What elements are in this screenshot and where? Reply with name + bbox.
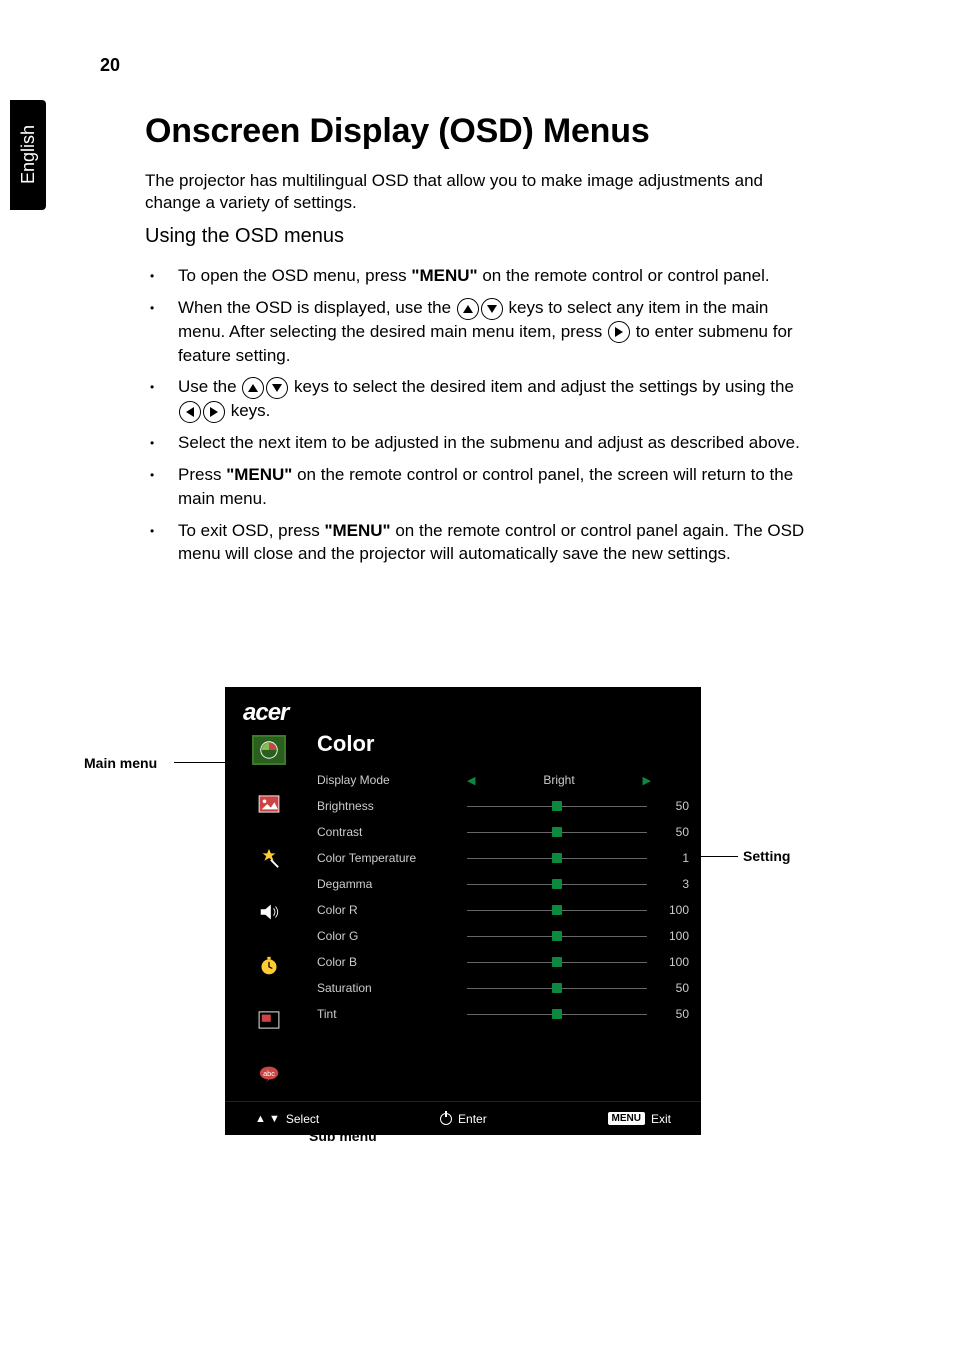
- up-icon: [242, 377, 264, 399]
- sidebar-timer-icon[interactable]: [252, 951, 286, 981]
- osd-row-contrast[interactable]: Contrast50: [317, 819, 689, 845]
- page-number: 20: [100, 55, 120, 76]
- bullet-4: Select the next item to be adjusted in t…: [178, 431, 800, 455]
- callout-main-menu: Main menu: [84, 755, 157, 771]
- osd-window: acer: [225, 687, 701, 1135]
- subheading: Using the OSD menus: [145, 225, 344, 248]
- left-icon: [179, 401, 201, 423]
- down-icon: [266, 377, 288, 399]
- slider-track[interactable]: [467, 962, 647, 963]
- bullet-6: To exit OSD, press "MENU" on the remote …: [178, 519, 810, 567]
- slider-thumb[interactable]: [552, 801, 562, 811]
- osd-footer: ▲ ▼ Select Enter MENU Exit: [225, 1101, 701, 1135]
- slider-track[interactable]: [467, 858, 647, 859]
- slider-track[interactable]: [467, 988, 647, 989]
- down-icon: [481, 298, 503, 320]
- footer-exit-label: Exit: [651, 1112, 671, 1126]
- sidebar-color-icon[interactable]: [252, 735, 286, 765]
- osd-submenu: Color Display Mode ◀Bright▶ Brightness50…: [313, 727, 701, 1101]
- bullet-2: When the OSD is displayed, use the keys …: [178, 296, 810, 367]
- menu-button-icon: MENU: [608, 1112, 645, 1125]
- slider-thumb[interactable]: [552, 1009, 562, 1019]
- sidebar-image-icon[interactable]: [252, 789, 286, 819]
- footer-select-label: Select: [286, 1112, 319, 1126]
- osd-row-tint[interactable]: Tint50: [317, 1001, 689, 1027]
- intro-text: The projector has multilingual OSD that …: [145, 170, 805, 214]
- slider-track[interactable]: [467, 910, 647, 911]
- page-title: Onscreen Display (OSD) Menus: [145, 112, 650, 151]
- brand-logo: acer: [243, 699, 288, 727]
- slider-track[interactable]: [467, 806, 647, 807]
- slider-track[interactable]: [467, 884, 647, 885]
- right-arrow-icon[interactable]: ▶: [643, 774, 651, 787]
- osd-row-brightness[interactable]: Brightness50: [317, 793, 689, 819]
- slider-thumb[interactable]: [552, 905, 562, 915]
- bullet-5: Press "MENU" on the remote control or co…: [178, 463, 810, 511]
- slider-thumb[interactable]: [552, 853, 562, 863]
- right-icon: [608, 321, 630, 343]
- osd-row-color-temperature[interactable]: Color Temperature1: [317, 845, 689, 871]
- sidebar-audio-icon[interactable]: [252, 897, 286, 927]
- osd-row-color-g[interactable]: Color G100: [317, 923, 689, 949]
- sidebar-pip-icon[interactable]: [252, 1005, 286, 1035]
- svg-text:abc: abc: [263, 1069, 275, 1078]
- sidebar-management-icon[interactable]: [252, 843, 286, 873]
- slider-thumb[interactable]: [552, 879, 562, 889]
- osd-row-color-b[interactable]: Color B100: [317, 949, 689, 975]
- slider-thumb[interactable]: [552, 931, 562, 941]
- osd-row-saturation[interactable]: Saturation50: [317, 975, 689, 1001]
- callout-setting: Setting: [743, 848, 790, 864]
- language-label: English: [18, 125, 39, 184]
- slider-track[interactable]: [467, 936, 647, 937]
- slider-thumb[interactable]: [552, 957, 562, 967]
- power-icon: [440, 1113, 452, 1125]
- updown-icon: ▲ ▼: [255, 1113, 280, 1125]
- left-arrow-icon[interactable]: ◀: [467, 774, 475, 787]
- bullet-3: Use the keys to select the desired item …: [178, 375, 810, 423]
- osd-row-display-mode[interactable]: Display Mode ◀Bright▶: [317, 767, 689, 793]
- osd-title: Color: [317, 731, 689, 757]
- up-icon: [457, 298, 479, 320]
- osd-main-menu: abc: [225, 727, 313, 1101]
- slider-track[interactable]: [467, 1014, 647, 1015]
- right-icon: [203, 401, 225, 423]
- slider-thumb[interactable]: [552, 983, 562, 993]
- osd-row-degamma[interactable]: Degamma3: [317, 871, 689, 897]
- language-tab: English: [10, 100, 46, 210]
- sidebar-language-icon[interactable]: abc: [252, 1059, 286, 1089]
- osd-row-color-r[interactable]: Color R100: [317, 897, 689, 923]
- bullet-1: To open the OSD menu, press "MENU" on th…: [178, 264, 770, 288]
- bullet-list: • To open the OSD menu, press "MENU" on …: [150, 264, 810, 574]
- slider-thumb[interactable]: [552, 827, 562, 837]
- footer-enter-label: Enter: [458, 1112, 487, 1126]
- slider-track[interactable]: [467, 832, 647, 833]
